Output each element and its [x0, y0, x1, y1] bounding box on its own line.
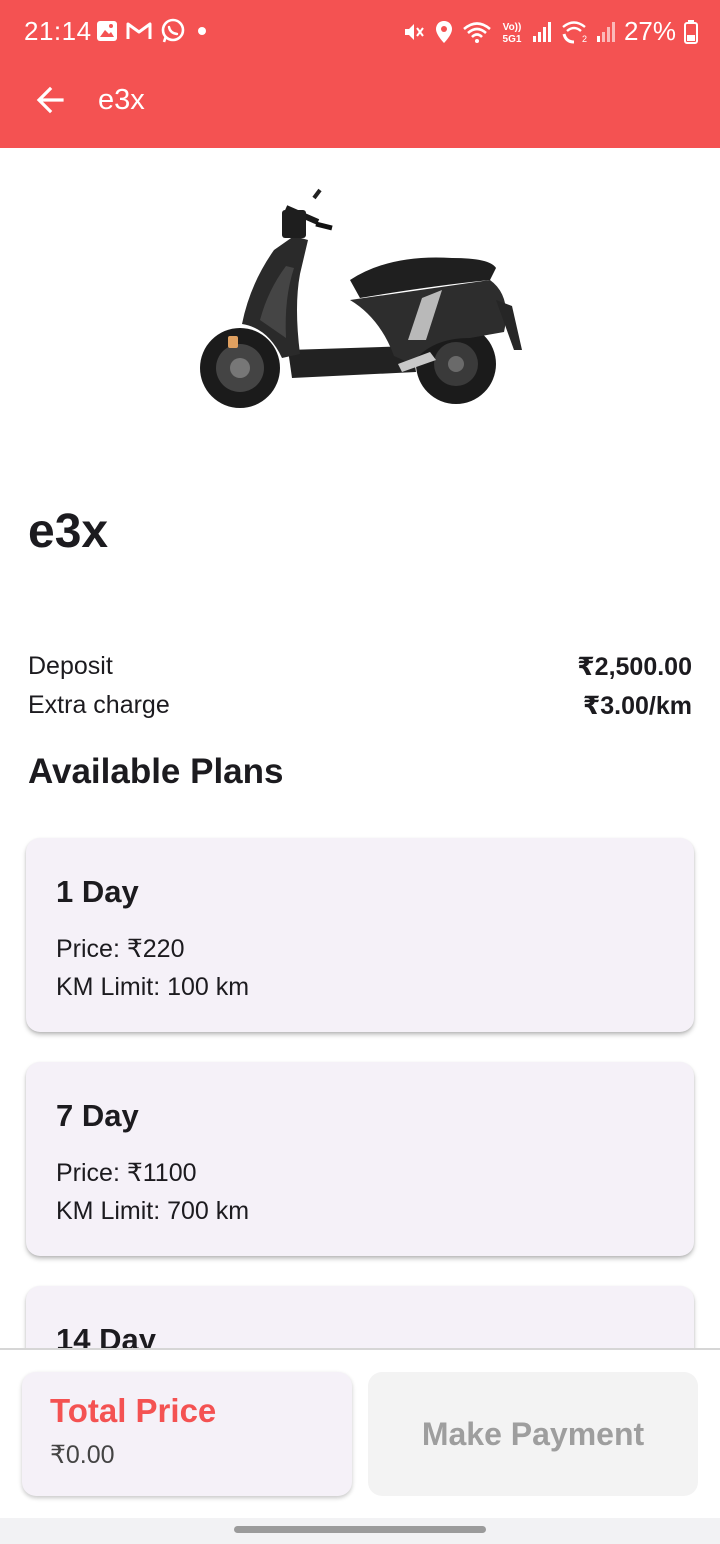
- whatsapp-icon: [160, 18, 186, 44]
- plan-name: 1 Day: [56, 874, 139, 909]
- vehicle-name: e3x: [28, 505, 109, 558]
- vehicle-image: [190, 188, 530, 418]
- extra-charge-value: ₹3.00/km: [582, 692, 692, 720]
- gmail-icon: [126, 21, 152, 41]
- signal-icon: [532, 21, 552, 43]
- plan-km-limit: KM Limit: 100 km: [56, 973, 250, 1001]
- total-price-label: Total Price: [50, 1392, 217, 1429]
- app-bar: e3x: [0, 64, 720, 148]
- top-bar: 21:14 Vo)) 5G1 2 27% e3x: [0, 0, 720, 148]
- plan-price: Price: ₹1100: [56, 1159, 197, 1187]
- total-price-value: ₹0.00: [50, 1441, 115, 1469]
- extra-charge-label: Extra charge: [28, 691, 170, 719]
- plan-km-limit: KM Limit: 700 km: [56, 1197, 250, 1225]
- system-icons: Vo)) 5G1 2 27%: [402, 16, 698, 47]
- scroll-content[interactable]: e3x Deposit ₹2,500.00 Extra charge ₹3.00…: [0, 148, 720, 1348]
- svg-text:5G1: 5G1: [503, 34, 522, 45]
- available-plans-title: Available Plans: [28, 752, 284, 791]
- extra-charge-row: Extra charge ₹3.00/km: [28, 687, 692, 723]
- arrow-left-icon: [34, 84, 66, 121]
- gesture-nav-bar: [0, 1518, 720, 1544]
- deposit-row: Deposit ₹2,500.00: [28, 648, 692, 684]
- screen: 21:14 Vo)) 5G1 2 27% e3x e3x Deposit ₹2,…: [0, 0, 720, 1544]
- deposit-label: Deposit: [28, 652, 113, 680]
- home-handle[interactable]: [234, 1526, 486, 1533]
- plan-name: 7 Day: [56, 1098, 139, 1133]
- plan-name: 14 Day: [56, 1322, 156, 1348]
- wifi-icon: [462, 20, 492, 44]
- svg-text:Vo)): Vo)): [503, 22, 522, 33]
- status-bar: 21:14 Vo)) 5G1 2 27%: [0, 0, 720, 64]
- signal-icon-2: [596, 21, 616, 43]
- plan-card-7-day[interactable]: 7 Day Price: ₹1100 KM Limit: 700 km: [26, 1062, 694, 1256]
- back-button[interactable]: [28, 80, 72, 124]
- plan-card-14-day[interactable]: 14 Day: [26, 1286, 694, 1348]
- gallery-icon: [96, 20, 118, 42]
- dot-icon: [194, 23, 210, 39]
- total-price-card: Total Price ₹0.00: [22, 1372, 352, 1496]
- app-bar-title: e3x: [98, 84, 145, 116]
- plan-card-1-day[interactable]: 1 Day Price: ₹220 KM Limit: 100 km: [26, 838, 694, 1032]
- volte-icon: Vo)) 5G1: [500, 19, 524, 45]
- wifi-calling-icon: 2: [560, 20, 588, 44]
- plan-price: Price: ₹220: [56, 935, 185, 963]
- deposit-value: ₹2,500.00: [577, 653, 692, 681]
- svg-text:2: 2: [582, 34, 587, 44]
- battery-icon: [684, 19, 698, 44]
- notification-icons: [96, 18, 210, 44]
- location-icon: [434, 20, 454, 44]
- mute-icon: [402, 20, 426, 44]
- make-payment-button[interactable]: Make Payment: [368, 1372, 698, 1496]
- bottom-action-bar: Total Price ₹0.00 Make Payment: [0, 1350, 720, 1518]
- status-time: 21:14: [24, 16, 92, 46]
- battery-percent: 27%: [623, 16, 676, 46]
